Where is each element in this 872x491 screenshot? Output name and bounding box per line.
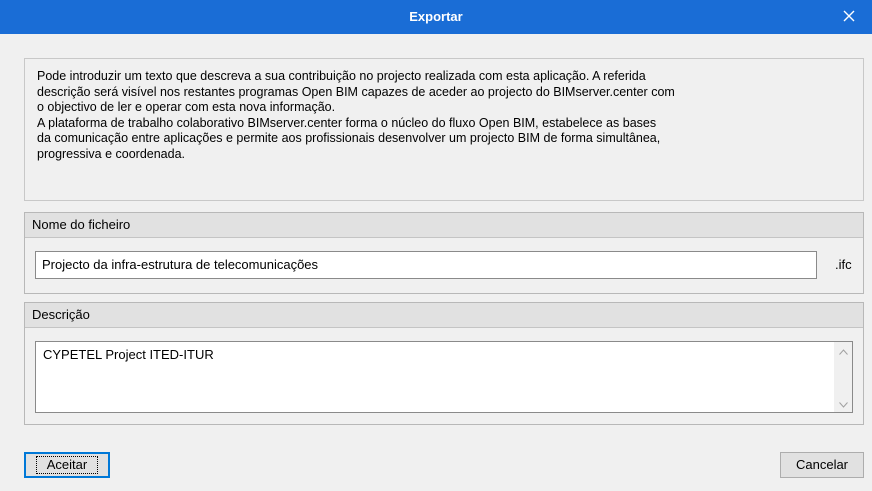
description-header: Descrição <box>25 303 863 328</box>
description-group: Descrição CYPETEL Project ITED-ITUR <box>24 302 864 425</box>
export-dialog: Exportar Pode introduzir um texto que de… <box>0 0 872 491</box>
chevron-up-icon <box>839 343 848 358</box>
accept-button-label: Aceitar <box>35 456 99 474</box>
chevron-down-icon <box>839 396 848 411</box>
scroll-down-button[interactable] <box>835 395 852 412</box>
description-scrollbar[interactable] <box>834 342 852 412</box>
filename-header: Nome do ficheiro <box>25 213 863 238</box>
close-button[interactable] <box>826 0 872 34</box>
file-extension-label: .ifc <box>835 257 852 272</box>
filename-input[interactable]: Projecto da infra-estrutura de telecomun… <box>35 251 817 279</box>
close-icon <box>843 10 855 25</box>
cancel-button[interactable]: Cancelar <box>780 452 864 478</box>
title-bar: Exportar <box>0 0 872 34</box>
dialog-title: Exportar <box>409 9 463 24</box>
description-text: CYPETEL Project ITED-ITUR <box>43 347 214 362</box>
accept-button[interactable]: Aceitar <box>24 452 110 478</box>
info-panel: Pode introduzir um texto que descreva a … <box>24 58 864 201</box>
info-text: Pode introduzir um texto que descreva a … <box>37 69 675 161</box>
description-textarea[interactable]: CYPETEL Project ITED-ITUR <box>35 341 853 413</box>
scroll-up-button[interactable] <box>835 342 852 359</box>
filename-group: Nome do ficheiro Projecto da infra-estru… <box>24 212 864 294</box>
